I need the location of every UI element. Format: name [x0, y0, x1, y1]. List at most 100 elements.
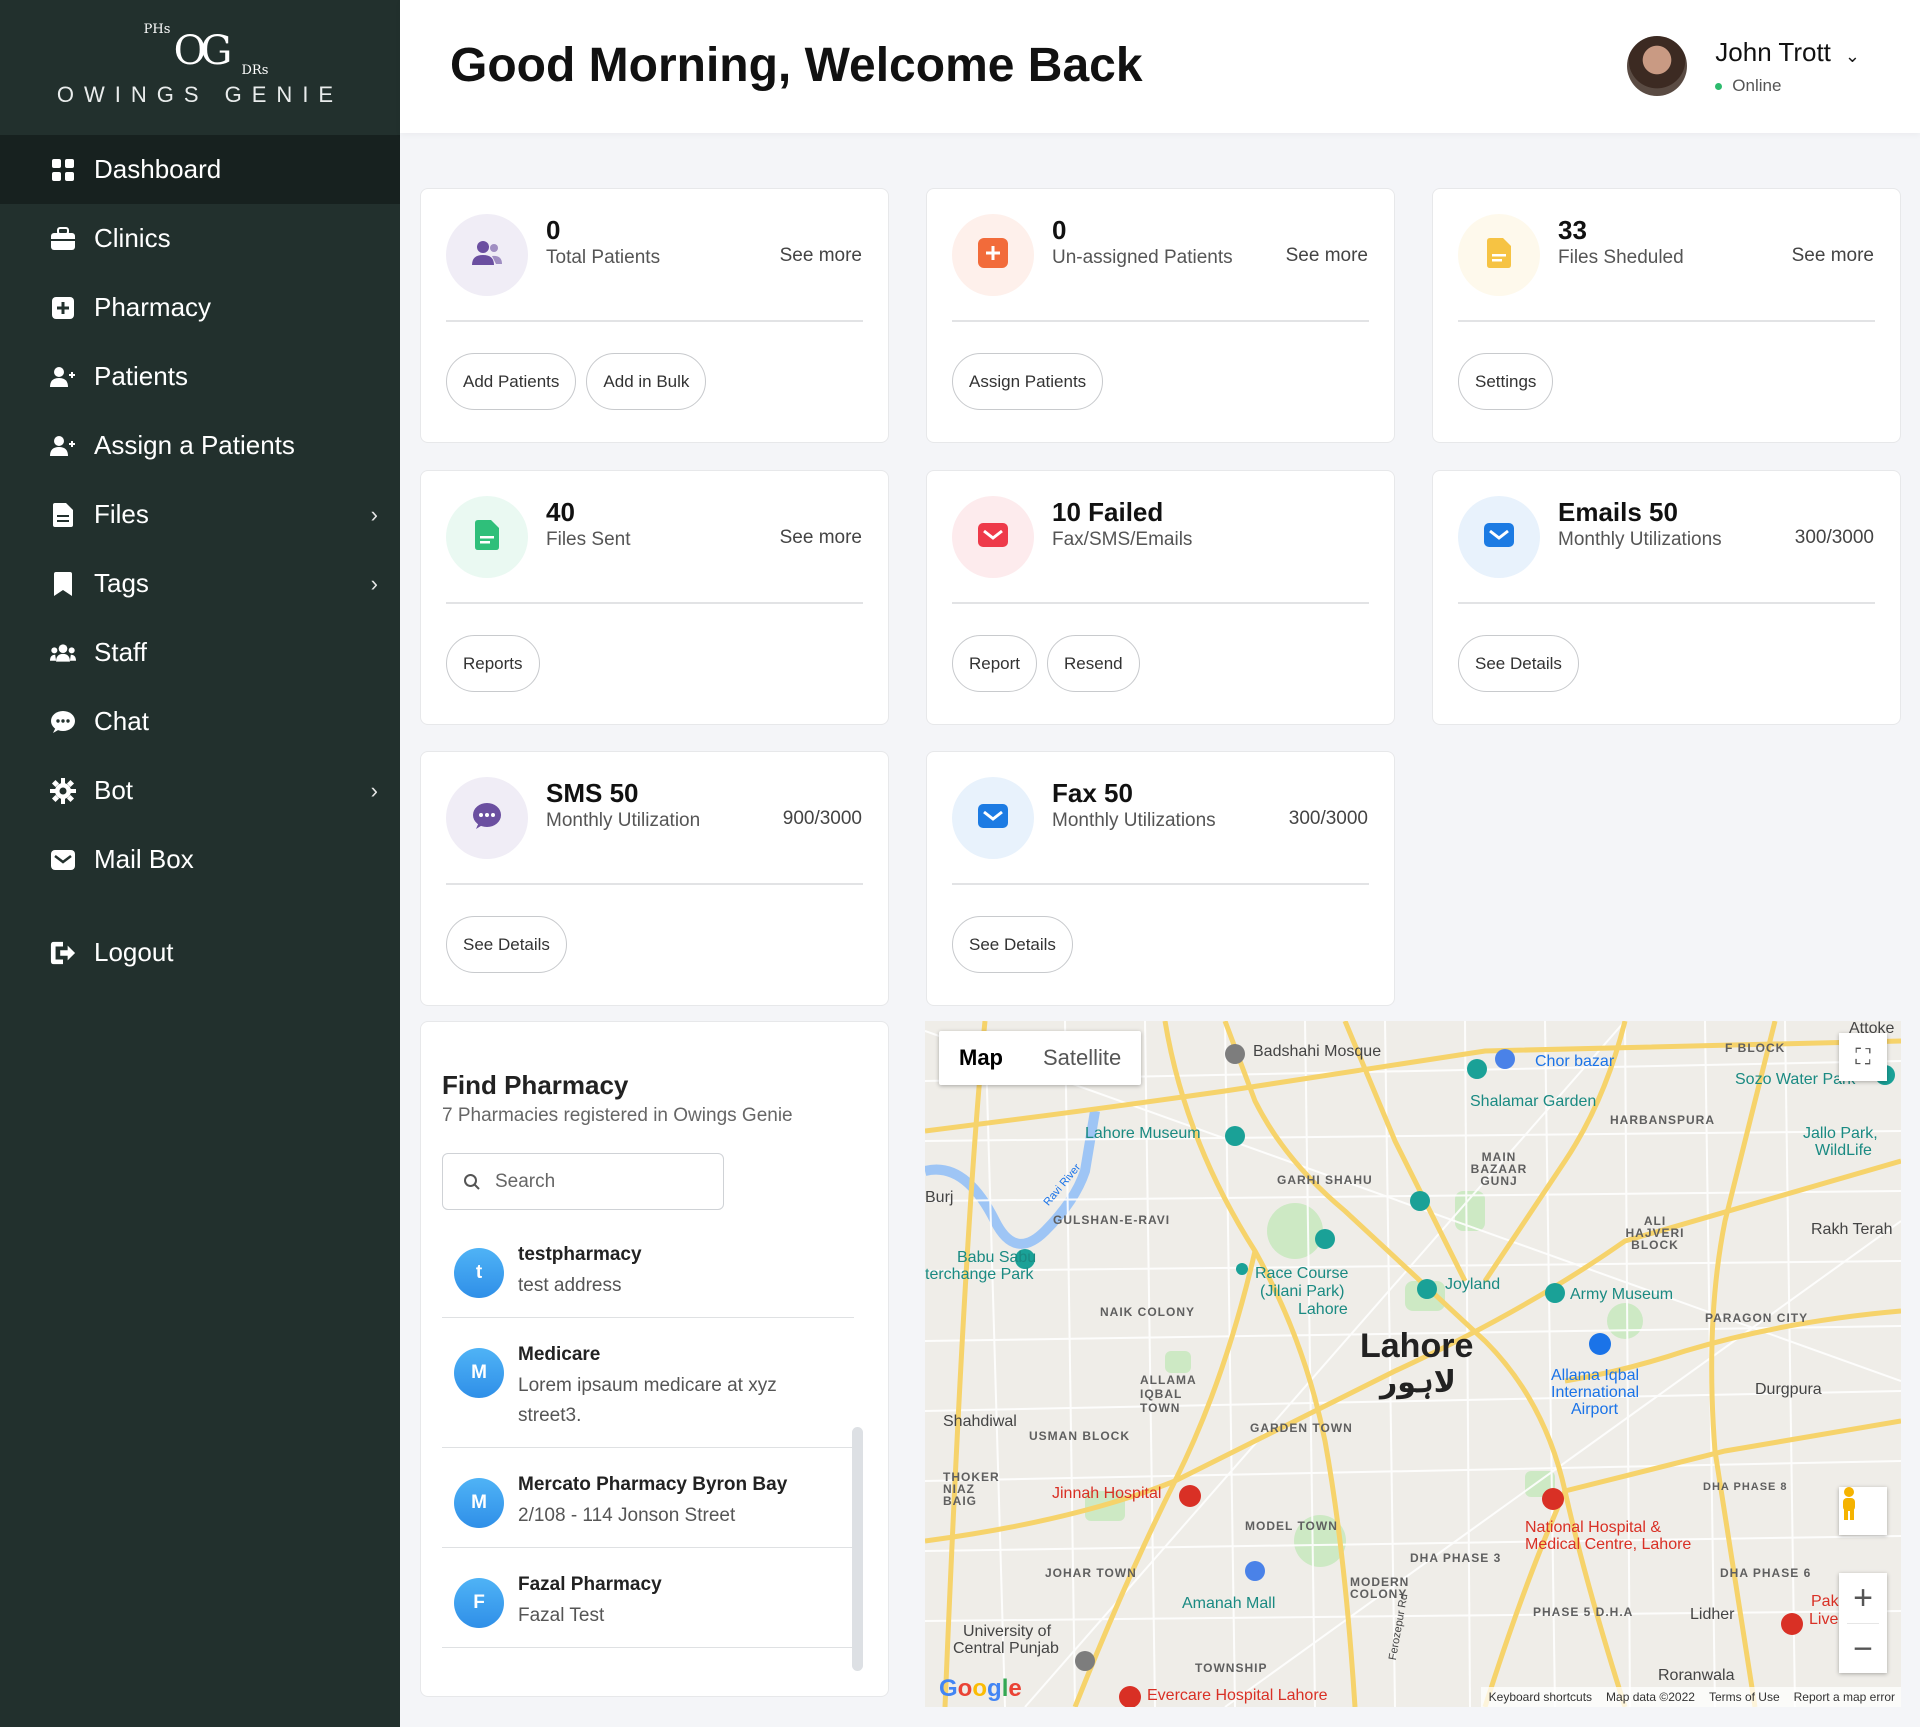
stat-label: Files Sheduled — [1558, 247, 1684, 268]
pharmacy-subtitle: 7 Pharmacies registered in Owings Genie — [442, 1105, 793, 1126]
google-logo[interactable]: Google — [939, 1675, 1022, 1703]
card-actions: Settings — [1458, 353, 1554, 410]
chevron-down-icon[interactable]: ⌄ — [1845, 46, 1860, 66]
stat-card-total-patients: 0 Total Patients See more Add Patients Ad… — [420, 188, 889, 443]
sidebar-item-patients[interactable]: Patients — [0, 342, 400, 411]
card-button-add-in-bulk[interactable]: Add in Bulk — [586, 353, 707, 410]
card-divider — [446, 883, 863, 885]
brand-logo[interactable]: PHs OG DRs OWINGS GENIE — [0, 0, 400, 135]
stat-card-emails-utilization: Emails 50 Monthly Utilizations 300/3000 … — [1432, 470, 1901, 725]
user-name: John Trott — [1715, 36, 1831, 67]
zoom-out-button[interactable]: − — [1839, 1624, 1887, 1674]
map-label: DHA PHASE 8 — [1703, 1481, 1788, 1493]
map-terms-link[interactable]: Terms of Use — [1709, 1690, 1780, 1704]
card-button-reports[interactable]: Reports — [446, 635, 540, 692]
stat-label: Total Patients — [546, 247, 661, 268]
pharmacy-name: testpharmacy — [518, 1244, 642, 1265]
sidebar-item-logout[interactable]: Logout — [0, 918, 400, 987]
pharmacy-list-scrollbar[interactable] — [852, 1427, 863, 1671]
chevron-right-icon: › — [370, 777, 378, 803]
user-status: Online — [1715, 76, 1860, 96]
find-pharmacy-panel: Find Pharmacy 7 Pharmacies registered in… — [420, 1021, 889, 1697]
stat-icon-circle — [952, 777, 1034, 859]
map-type-toggle: Map Satellite — [939, 1031, 1142, 1085]
pharmacy-list-item[interactable]: t testpharmacy test address — [442, 1230, 854, 1318]
pharmacy-list-item[interactable]: M Medicare Lorem ipsaum medicare at xyz … — [442, 1318, 854, 1448]
sidebar-item-assign-patients[interactable]: Assign a Patients — [0, 411, 400, 480]
stat-icon-circle — [1458, 496, 1540, 578]
map-label: Shahdiwal — [943, 1413, 1017, 1430]
sidebar-item-mailbox[interactable]: Mail Box — [0, 825, 400, 894]
file-icon — [1487, 237, 1511, 273]
zoom-in-button[interactable]: + — [1839, 1573, 1887, 1623]
map-label: ALLAMA IQBAL TOWN — [1140, 1373, 1197, 1415]
pharmacy-list-item[interactable]: M Mercato Pharmacy Byron Bay 2/108 - 114… — [442, 1448, 854, 1548]
users-icon — [472, 240, 502, 271]
see-more-link[interactable]: See more — [780, 527, 862, 549]
sidebar-item-dashboard[interactable]: Dashboard — [0, 135, 400, 204]
street-view-pegman-icon[interactable] — [1839, 1487, 1887, 1535]
pharmacy-address: Lorem ipsaum medicare at xyz street3. — [518, 1375, 777, 1426]
see-more-link[interactable]: See more — [780, 245, 862, 267]
sidebar-item-chat[interactable]: Chat — [0, 687, 400, 756]
avatar[interactable] — [1627, 36, 1688, 96]
user-menu[interactable]: John Trott ⌄ Online — [1627, 36, 1860, 96]
pharmacy-search-box[interactable] — [442, 1153, 724, 1210]
map-tab-map[interactable]: Map — [939, 1031, 1023, 1085]
map-label: Jallo Park, — [1803, 1125, 1878, 1142]
card-button-see-details[interactable]: See Details — [446, 916, 567, 973]
map-report-error-link[interactable]: Report a map error — [1794, 1690, 1895, 1704]
card-divider — [952, 320, 1369, 322]
card-actions: Report Resend — [952, 635, 1140, 692]
card-button-see-details[interactable]: See Details — [952, 916, 1073, 973]
see-more-link[interactable]: See more — [1792, 245, 1874, 267]
card-button-assign-patients[interactable]: Assign Patients — [952, 353, 1104, 410]
sidebar-item-files[interactable]: Files › — [0, 480, 400, 549]
pharmacy-search-input[interactable] — [495, 1170, 695, 1193]
sidebar-item-bot[interactable]: Bot › — [0, 756, 400, 825]
map-label: Chor bazar — [1535, 1053, 1615, 1070]
card-button-see-details[interactable]: See Details — [1458, 635, 1579, 692]
pharmacy-list-item[interactable]: F Fazal Pharmacy Fazal Test — [442, 1548, 854, 1648]
see-more-link[interactable]: See more — [1286, 245, 1368, 267]
sidebar-item-label: Bot — [94, 775, 134, 805]
card-button-settings[interactable]: Settings — [1458, 353, 1554, 410]
stat-card-sms-utilization: SMS 50 Monthly Utilization 900/3000 See … — [420, 751, 889, 1006]
map-label: Badshahi Mosque — [1253, 1043, 1382, 1060]
chevron-right-icon: › — [370, 570, 378, 596]
card-button-add-patients[interactable]: Add Patients — [446, 353, 577, 410]
stat-icon-circle — [446, 496, 528, 578]
pharmacy-name: Medicare — [518, 1344, 601, 1365]
map-label: Lahore — [1298, 1301, 1348, 1318]
sidebar-item-pharmacy[interactable]: Pharmacy — [0, 273, 400, 342]
google-logo-letter: e — [1008, 1675, 1022, 1702]
card-button-resend[interactable]: Resend — [1047, 635, 1140, 692]
sidebar-item-tags[interactable]: Tags › — [0, 549, 400, 618]
map-keyboard-shortcuts-link[interactable]: Keyboard shortcuts — [1489, 1690, 1592, 1704]
card-button-report[interactable]: Report — [952, 635, 1038, 692]
google-logo-letter: o — [957, 1675, 973, 1702]
map-label: GULSHAN-E-RAVI — [1053, 1213, 1171, 1227]
mail-icon — [978, 522, 1008, 552]
map-tab-satellite[interactable]: Satellite — [1023, 1031, 1141, 1085]
sidebar-item-clinics[interactable]: Clinics — [0, 204, 400, 273]
card-divider — [952, 883, 1369, 885]
stat-value: Fax 50 — [1052, 778, 1133, 808]
dashboard-icon — [50, 157, 76, 183]
map-label: Evercare Hospital Lahore — [1147, 1687, 1328, 1704]
map-label: National Hospital & — [1525, 1519, 1662, 1536]
map-label: PARAGON CITY — [1705, 1311, 1809, 1325]
map-label: Shalamar Garden — [1470, 1093, 1597, 1110]
map-label: JOHAR TOWN — [1045, 1566, 1137, 1580]
map-view[interactable]: Badshahi Mosque Chor bazar Shalamar Gard… — [925, 1021, 1901, 1707]
map-label: Sozo Water Park — [1735, 1071, 1856, 1088]
pharmacy-avatar: M — [454, 1478, 504, 1528]
sidebar-item-staff[interactable]: Staff — [0, 618, 400, 687]
online-dot-icon — [1715, 82, 1723, 90]
card-divider — [952, 602, 1369, 604]
card-actions: See Details — [446, 916, 567, 973]
fullscreen-icon[interactable]: ⛶ — [1839, 1033, 1887, 1081]
map-label: MODEL TOWN — [1245, 1519, 1338, 1533]
stat-value: Emails 50 — [1558, 497, 1678, 527]
pharmacy-title: Find Pharmacy — [442, 1070, 629, 1100]
